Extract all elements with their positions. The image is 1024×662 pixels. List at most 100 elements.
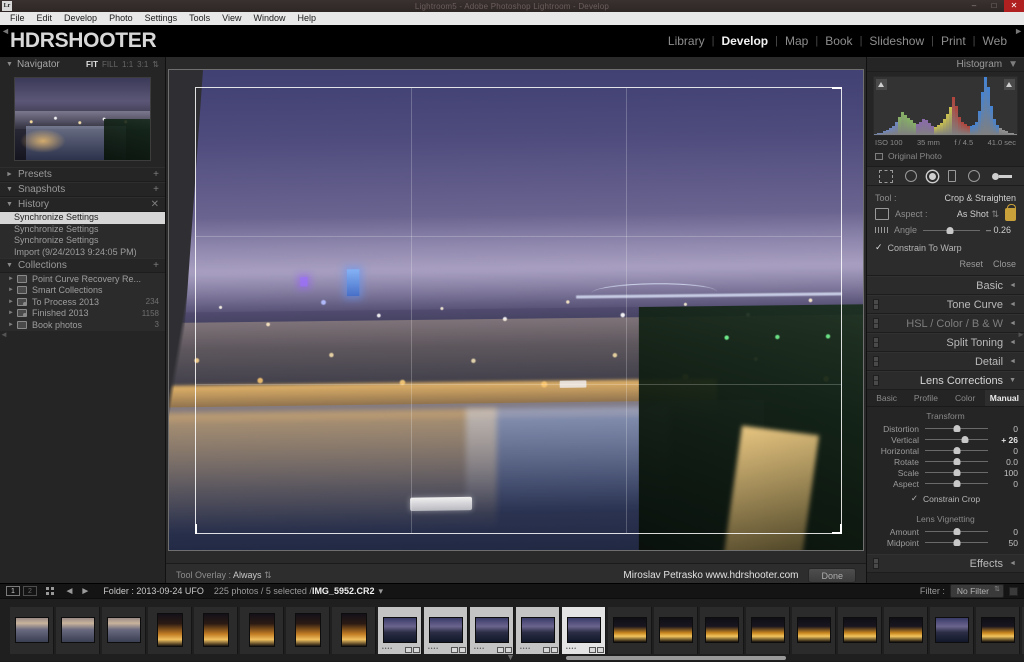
- develop-badge-icon[interactable]: [597, 647, 604, 653]
- collapse-triangle-icon[interactable]: ▼: [6, 262, 13, 269]
- collection-row[interactable]: ► To Process 2013 234: [0, 296, 165, 308]
- slider-vertical[interactable]: Vertical + 26: [867, 434, 1024, 445]
- thumbnail-rating[interactable]: ••••: [520, 646, 531, 652]
- lock-icon[interactable]: [1005, 208, 1016, 221]
- section-tone-curve[interactable]: Tone Curve ◄: [867, 295, 1024, 314]
- menu-photo[interactable]: Photo: [103, 12, 139, 25]
- previous-photo-icon[interactable]: ◄: [65, 586, 75, 597]
- highlight-clipping-icon[interactable]: [1004, 79, 1015, 90]
- history-item[interactable]: Synchronize Settings: [0, 235, 165, 247]
- menu-file[interactable]: File: [4, 12, 31, 25]
- clear-history-icon[interactable]: ✕: [151, 199, 159, 210]
- histogram-graph[interactable]: [873, 76, 1018, 136]
- panel-switch-icon[interactable]: [873, 299, 879, 310]
- expand-triangle-icon[interactable]: ►: [8, 287, 17, 293]
- filmstrip-thumbnail[interactable]: ••••: [424, 607, 468, 654]
- close-button[interactable]: ✕: [1004, 0, 1024, 12]
- slider-knob[interactable]: [947, 227, 954, 234]
- slider-control[interactable]: [925, 446, 988, 456]
- filmstrip-thumbnail[interactable]: [838, 607, 882, 654]
- maximize-button[interactable]: □: [984, 0, 1004, 12]
- history-item[interactable]: Synchronize Settings: [0, 212, 165, 224]
- slider-rotate[interactable]: Rotate 0.0: [867, 456, 1024, 467]
- menu-edit[interactable]: Edit: [31, 12, 59, 25]
- radial-filter-icon[interactable]: [968, 170, 980, 182]
- filmstrip-thumbnail[interactable]: [240, 607, 284, 654]
- tab-profile[interactable]: Profile: [906, 390, 945, 406]
- graduated-filter-icon[interactable]: [948, 170, 956, 182]
- thumbnail-badges[interactable]: [451, 647, 466, 653]
- section-lens-corrections[interactable]: Lens Corrections ▼: [867, 371, 1024, 390]
- crop-reset-button[interactable]: Reset: [959, 259, 983, 269]
- grid-icon[interactable]: [46, 587, 54, 595]
- crop-badge-icon[interactable]: [451, 647, 458, 653]
- histogram-header[interactable]: Histogram ▼: [867, 57, 1024, 72]
- expand-triangle-icon[interactable]: ►: [6, 171, 13, 178]
- tool-overlay-control[interactable]: Tool Overlay : Always ⇅: [176, 570, 272, 581]
- slider-control[interactable]: [925, 457, 988, 467]
- collapse-arrow-icon[interactable]: ▼: [1009, 377, 1016, 384]
- aspect-value[interactable]: As Shot: [957, 209, 989, 219]
- scrollbar-thumb[interactable]: [566, 656, 786, 660]
- collections-header[interactable]: ▼ Collections +: [0, 258, 165, 273]
- right-panel-collapse-icon[interactable]: ►: [1017, 330, 1024, 339]
- slider-knob[interactable]: [953, 458, 960, 465]
- zoom-3-1[interactable]: 3:1: [137, 60, 148, 69]
- grid-view-button-1[interactable]: 1: [6, 586, 20, 596]
- filmstrip-thumbnail[interactable]: [332, 607, 376, 654]
- zoom-stepper-icon[interactable]: ⇅: [152, 60, 159, 69]
- section-effects[interactable]: Effects ◄: [867, 554, 1024, 573]
- filmstrip-thumbnail[interactable]: [194, 607, 238, 654]
- thumbnail-badges[interactable]: [543, 647, 558, 653]
- slider-horizontal[interactable]: Horizontal 0: [867, 445, 1024, 456]
- crop-close-button[interactable]: Close: [993, 259, 1016, 269]
- constrain-crop-row[interactable]: ✓ Constrain Crop: [867, 489, 1024, 510]
- collection-row[interactable]: ► Finished 2013 1158: [0, 308, 165, 320]
- straighten-tool-icon[interactable]: [875, 227, 889, 233]
- snapshots-header[interactable]: ▼ Snapshots +: [0, 182, 165, 197]
- slider-knob[interactable]: [953, 447, 960, 454]
- collapse-triangle-icon[interactable]: ▼: [6, 61, 13, 68]
- slider-knob[interactable]: [953, 425, 960, 432]
- slider-distortion[interactable]: Distortion 0: [867, 423, 1024, 434]
- current-filename[interactable]: IMG_5952.CR2: [312, 586, 375, 596]
- section-split-toning[interactable]: Split Toning ◄: [867, 333, 1024, 352]
- menu-develop[interactable]: Develop: [58, 12, 103, 25]
- develop-badge-icon[interactable]: [551, 647, 558, 653]
- slider-control[interactable]: [925, 527, 988, 537]
- thumbnail-rating[interactable]: ••••: [428, 646, 439, 652]
- menu-help[interactable]: Help: [292, 12, 323, 25]
- collapse-triangle-icon[interactable]: ▼: [6, 186, 13, 193]
- photo-image[interactable]: [168, 69, 864, 551]
- module-develop[interactable]: Develop: [714, 34, 775, 48]
- navigator-preview[interactable]: [14, 77, 151, 161]
- slider-aspect[interactable]: Aspect 0: [867, 478, 1024, 489]
- module-print[interactable]: Print: [934, 34, 973, 48]
- filmstrip-thumbnail[interactable]: [102, 607, 146, 654]
- expand-triangle-icon[interactable]: ►: [8, 322, 17, 328]
- module-library[interactable]: Library: [661, 34, 712, 48]
- slider-vignette-amount[interactable]: Amount 0: [867, 526, 1024, 537]
- zoom-fill[interactable]: FILL: [102, 60, 118, 69]
- thumbnail-rating[interactable]: ••••: [566, 646, 577, 652]
- history-item[interactable]: Import (9/24/2013 9:24:05 PM): [0, 247, 165, 259]
- filmstrip-thumbnail[interactable]: ••••: [470, 607, 514, 654]
- panel-switch-icon[interactable]: [873, 318, 879, 329]
- grid-view-button-2[interactable]: 2: [23, 586, 37, 596]
- filmstrip-thumbnail[interactable]: ••••: [378, 607, 422, 654]
- filter-toggle-icon[interactable]: [1009, 587, 1018, 596]
- filmstrip-thumbnail[interactable]: [884, 607, 928, 654]
- section-detail[interactable]: Detail ◄: [867, 352, 1024, 371]
- crop-badge-icon[interactable]: [405, 647, 412, 653]
- next-photo-icon[interactable]: ►: [80, 586, 90, 597]
- menu-settings[interactable]: Settings: [139, 12, 184, 25]
- angle-slider[interactable]: [923, 225, 980, 235]
- tab-basic[interactable]: Basic: [867, 390, 906, 406]
- panel-switch-icon[interactable]: [873, 558, 879, 569]
- crop-overlay-icon[interactable]: [879, 170, 893, 183]
- expand-triangle-icon[interactable]: ►: [8, 310, 17, 316]
- filename-dropdown-icon[interactable]: ▾: [378, 586, 383, 597]
- thumbnail-rating[interactable]: ••••: [474, 646, 485, 652]
- filmstrip-thumbnail[interactable]: [654, 607, 698, 654]
- filmstrip-thumbnail[interactable]: ••••: [516, 607, 560, 654]
